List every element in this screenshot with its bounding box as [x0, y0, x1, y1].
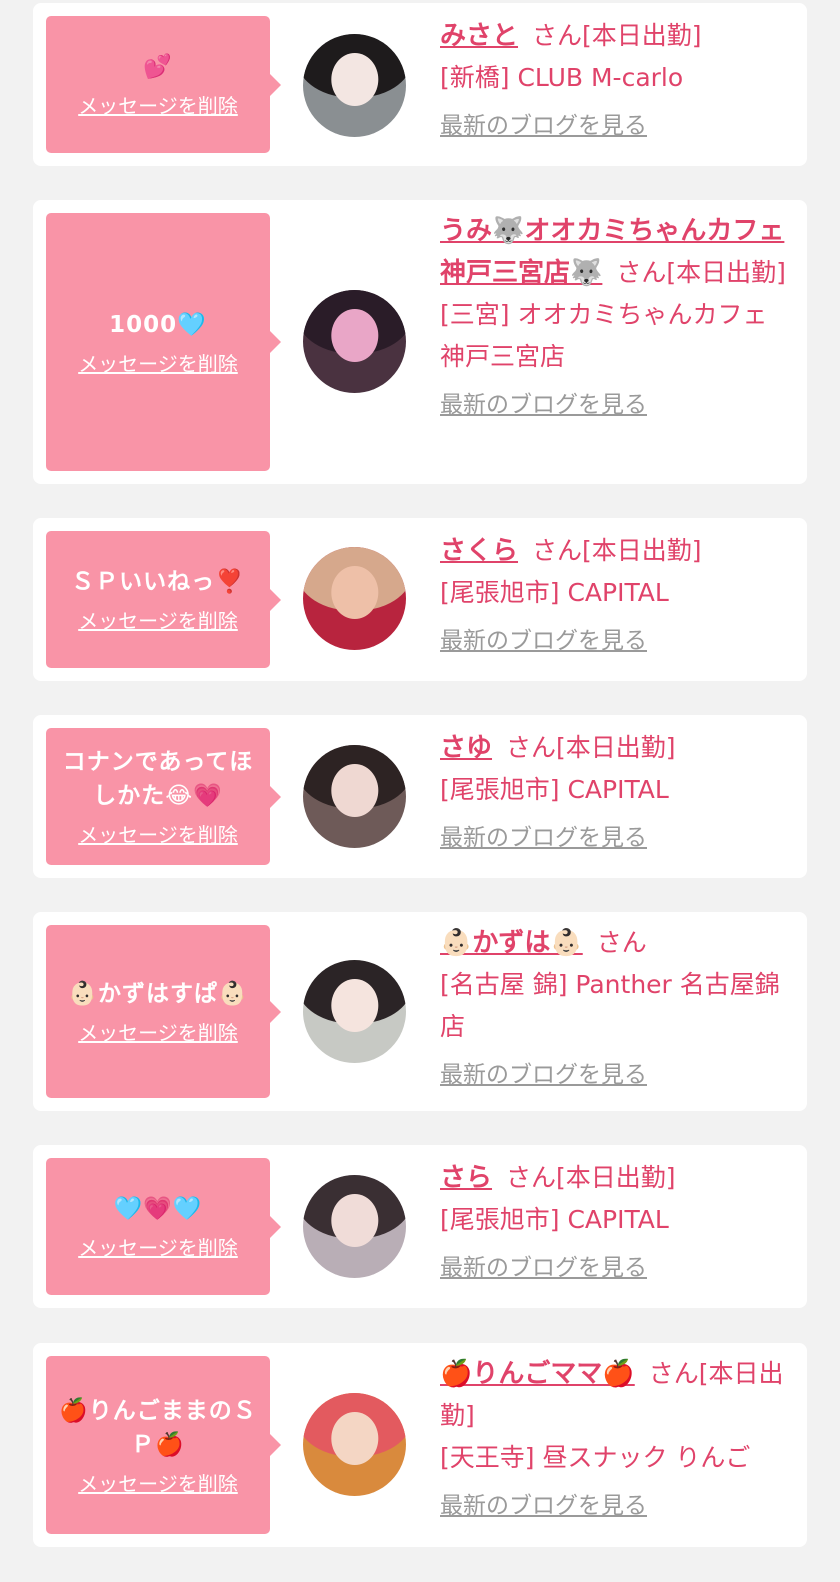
view-blog-link[interactable]: 最新のブログを見る — [440, 1485, 647, 1527]
message-bubble: コナンであってほしかた😂💗 メッセージを削除 — [46, 728, 281, 865]
view-blog-link[interactable]: 最新のブログを見る — [440, 105, 647, 147]
message-bubble: 💕 メッセージを削除 — [46, 16, 281, 153]
card-info: さくら さん[本日出勤] [尾張旭市] CAPITAL 最新のブログを見る — [440, 530, 792, 662]
view-blog-link[interactable]: 最新のブログを見る — [440, 817, 647, 859]
message-card: 👶🏻かずはすぱ👶🏻 メッセージを削除 👶🏻かずは👶🏻 さん [名古屋 錦] Pan… — [33, 912, 807, 1111]
card-info: さら さん[本日出勤] [尾張旭市] CAPITAL 最新のブログを見る — [440, 1157, 792, 1289]
message-card: ＳＰいいねっ❣️ メッセージを削除 さくら さん[本日出勤] [尾張旭市] CAP… — [33, 518, 807, 681]
card-info: 🍎りんごママ🍎 さん[本日出勤] [天王寺] 昼スナック りんご 最新のブログを見… — [440, 1353, 792, 1527]
delete-message-link[interactable]: メッセージを削除 — [78, 1468, 238, 1497]
avatar[interactable] — [303, 960, 406, 1063]
message-text: 👶🏻かずはすぱ👶🏻 — [68, 981, 248, 1007]
message-text: コナンであってほしかた😂💗 — [62, 749, 254, 809]
shop-name: [天王寺] 昼スナック りんご — [440, 1443, 751, 1472]
message-text: 🍎りんごままのＳＰ🍎 — [59, 1397, 257, 1458]
message-bubble: 👶🏻かずはすぱ👶🏻 メッセージを削除 — [46, 925, 281, 1098]
cast-name-link[interactable]: さゆ — [440, 733, 492, 763]
cast-name-link[interactable]: さら — [440, 1163, 492, 1193]
view-blog-link[interactable]: 最新のブログを見る — [440, 1247, 647, 1289]
shop-name: [新橋] CLUB M-carlo — [440, 63, 684, 92]
avatar[interactable] — [303, 290, 406, 393]
delete-message-link[interactable]: メッセージを削除 — [78, 1017, 238, 1046]
message-text: 💕 — [143, 54, 173, 80]
cast-suffix: さん — [596, 928, 647, 957]
message-card: コナンであってほしかた😂💗 メッセージを削除 さゆ さん[本日出勤] [尾張旭市]… — [33, 715, 807, 878]
message-card: 1000🩵 メッセージを削除 うみ🐺オオカミちゃんカフェ神戸三宮店🐺 さん[本日出… — [33, 200, 807, 484]
cast-suffix: さん[本日出勤] — [506, 733, 676, 762]
message-text: 1000🩵 — [109, 311, 207, 338]
card-info: 👶🏻かずは👶🏻 さん [名古屋 錦] Panther 名古屋錦店 最新のブログを見… — [440, 922, 792, 1096]
cast-suffix: さん[本日出勤] — [506, 1163, 676, 1192]
delete-message-link[interactable]: メッセージを削除 — [78, 1232, 238, 1261]
view-blog-link[interactable]: 最新のブログを見る — [440, 620, 647, 662]
message-card: 🍎りんごままのＳＰ🍎 メッセージを削除 🍎りんごママ🍎 さん[本日出勤] [天王寺… — [33, 1343, 807, 1547]
message-card: 🩵💗🩵 メッセージを削除 さら さん[本日出勤] [尾張旭市] CAPITAL 最… — [33, 1145, 807, 1308]
shop-name: [尾張旭市] CAPITAL — [440, 1205, 669, 1234]
delete-message-link[interactable]: メッセージを削除 — [78, 348, 238, 377]
view-blog-link[interactable]: 最新のブログを見る — [440, 384, 647, 426]
cast-suffix: さん[本日出勤] — [532, 21, 702, 50]
view-blog-link[interactable]: 最新のブログを見る — [440, 1054, 647, 1096]
card-info: さゆ さん[本日出勤] [尾張旭市] CAPITAL 最新のブログを見る — [440, 727, 792, 859]
card-info: みさと さん[本日出勤] [新橋] CLUB M-carlo 最新のブログを見る — [440, 15, 792, 147]
avatar[interactable] — [303, 745, 406, 848]
delete-message-link[interactable]: メッセージを削除 — [78, 605, 238, 634]
cast-name-link[interactable]: みさと — [440, 21, 518, 51]
message-bubble: ＳＰいいねっ❣️ メッセージを削除 — [46, 531, 281, 668]
shop-name: [名古屋 錦] Panther 名古屋錦店 — [440, 970, 780, 1041]
delete-message-link[interactable]: メッセージを削除 — [78, 819, 238, 848]
message-bubble: 🩵💗🩵 メッセージを削除 — [46, 1158, 281, 1295]
shop-name: [三宮] オオカミちゃんカフェ神戸三宮店 — [440, 300, 768, 371]
cast-suffix: さん[本日出勤] — [532, 536, 702, 565]
delete-message-link[interactable]: メッセージを削除 — [78, 90, 238, 119]
avatar[interactable] — [303, 1393, 406, 1496]
shop-name: [尾張旭市] CAPITAL — [440, 578, 669, 607]
message-text: 🩵💗🩵 — [113, 1196, 203, 1222]
shop-name: [尾張旭市] CAPITAL — [440, 775, 669, 804]
avatar[interactable] — [303, 547, 406, 650]
cast-name-link[interactable]: 🍎りんごママ🍎 — [440, 1359, 635, 1389]
cast-suffix: さん[本日出勤] — [616, 258, 786, 287]
message-card: 💕 メッセージを削除 みさと さん[本日出勤] [新橋] CLUB M-carlo… — [33, 3, 807, 166]
avatar[interactable] — [303, 1175, 406, 1278]
cast-name-link[interactable]: 👶🏻かずは👶🏻 — [440, 928, 583, 958]
message-text: ＳＰいいねっ❣️ — [71, 569, 245, 595]
message-bubble: 1000🩵 メッセージを削除 — [46, 213, 281, 471]
card-info: うみ🐺オオカミちゃんカフェ神戸三宮店🐺 さん[本日出勤] [三宮] オオカミちゃん… — [440, 210, 792, 426]
cast-name-link[interactable]: さくら — [440, 536, 518, 566]
message-bubble: 🍎りんごままのＳＰ🍎 メッセージを削除 — [46, 1356, 281, 1534]
avatar[interactable] — [303, 34, 406, 137]
